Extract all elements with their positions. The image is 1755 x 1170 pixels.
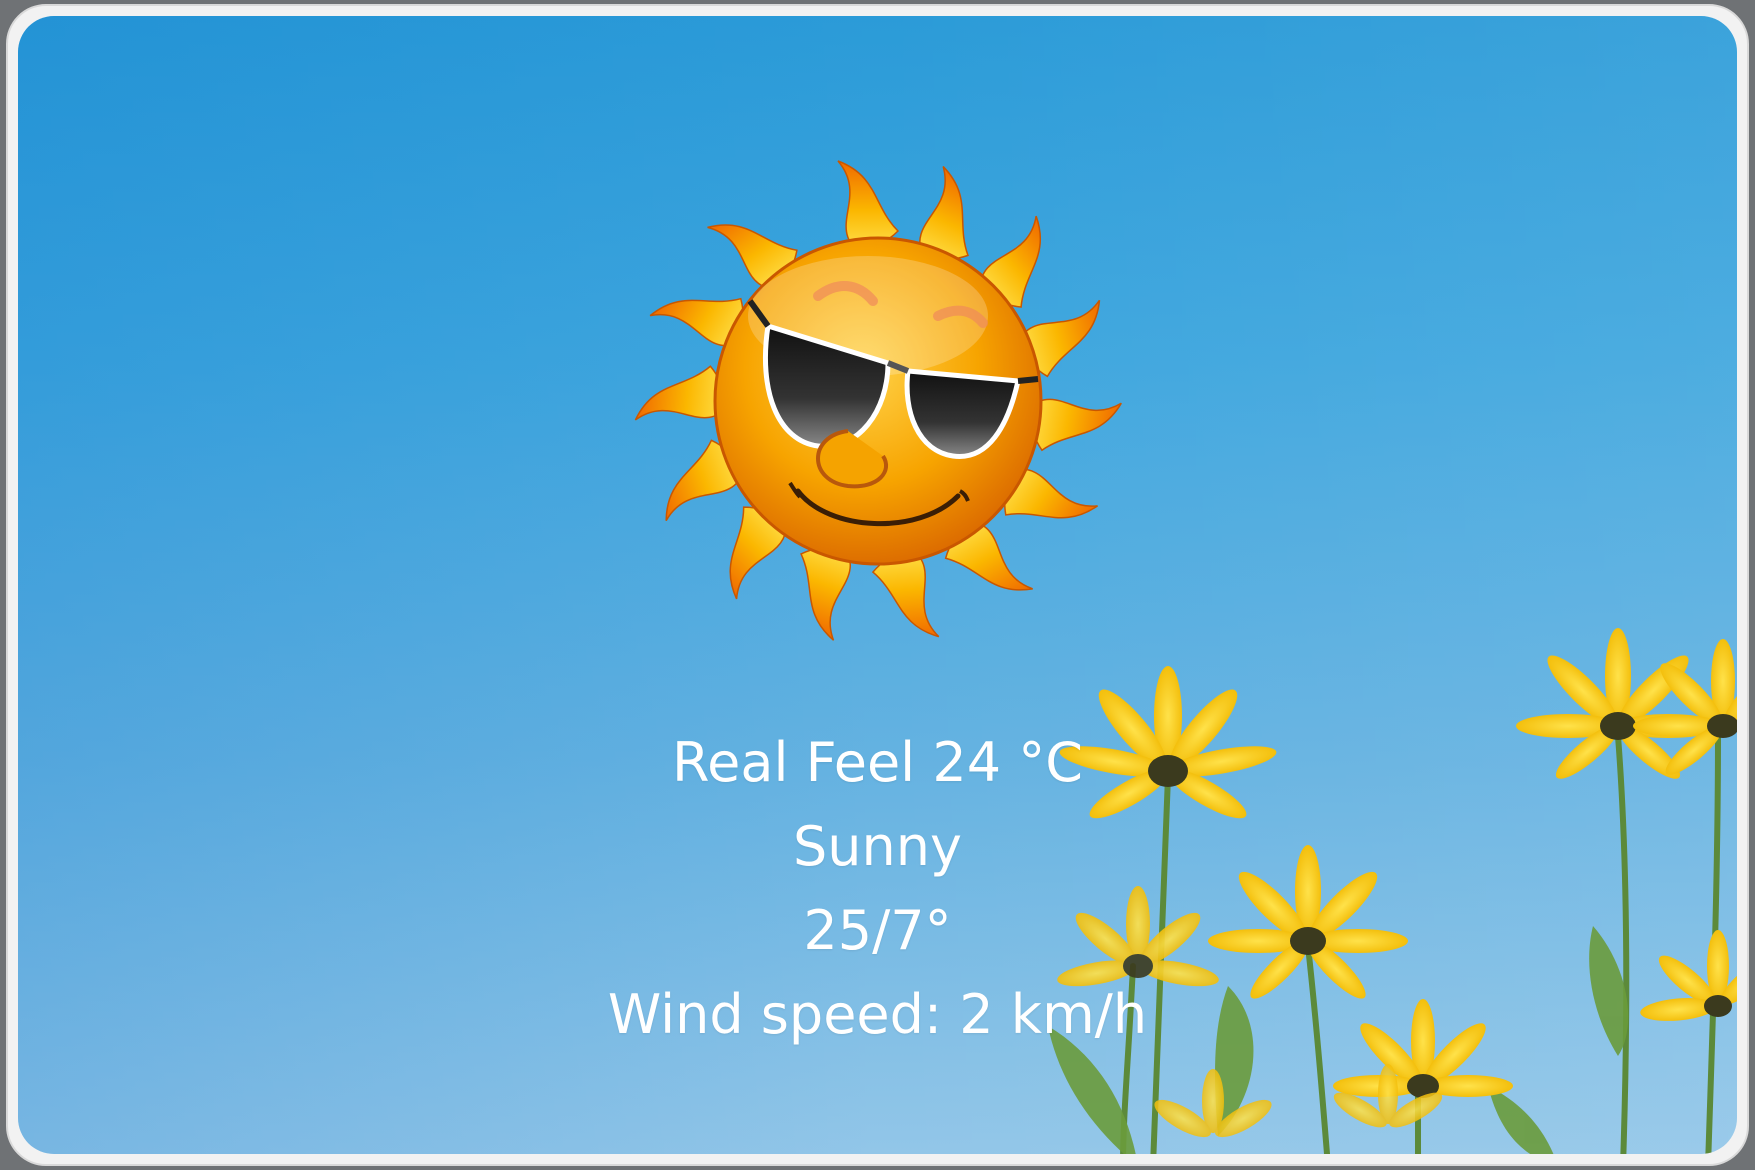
wind-speed: Wind speed: 2 km/h (607, 983, 1148, 1046)
sun-with-sunglasses-icon (634, 160, 1122, 641)
weather-condition: Sunny (793, 815, 962, 878)
weather-card: Real Feel 24 °C Sunny 25/7° Wind speed: … (18, 16, 1737, 1154)
weather-info: Real Feel 24 °C Sunny 25/7° Wind speed: … (18, 721, 1737, 1057)
temperature-range: 25/7° (803, 899, 952, 962)
real-feel-temperature: Real Feel 24 °C (672, 731, 1083, 794)
weather-widget-frame: Real Feel 24 °C Sunny 25/7° Wind speed: … (6, 4, 1749, 1166)
